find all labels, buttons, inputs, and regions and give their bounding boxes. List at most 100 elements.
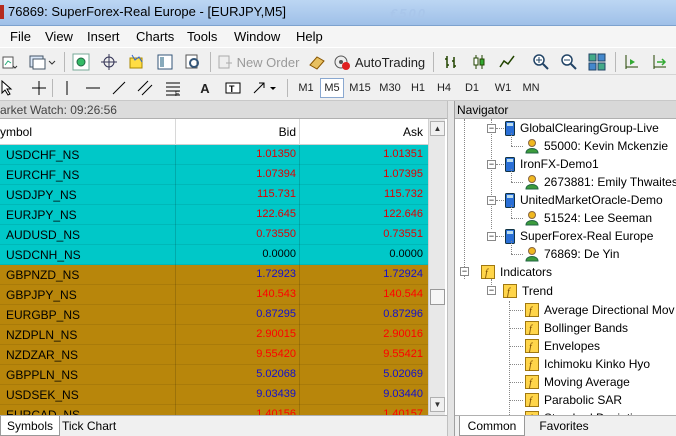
- collapse-toggle-icon[interactable]: −: [487, 286, 496, 295]
- autotrading-button[interactable]: AutoTrading: [332, 51, 426, 73]
- symbol-name: GBPNZD_NS: [6, 268, 80, 282]
- menu-charts[interactable]: Charts: [136, 29, 174, 44]
- market-watch-row[interactable]: USDCNH_NS 0.0000 0.0000: [0, 245, 428, 265]
- ask-price: 0.87296: [383, 308, 423, 320]
- timeframe-m5[interactable]: M5: [320, 78, 344, 98]
- account-server-node[interactable]: IronFX-Demo1: [505, 155, 599, 173]
- menu-help[interactable]: Help: [296, 29, 323, 44]
- menu-tools[interactable]: Tools: [187, 29, 217, 44]
- profiles-icon[interactable]: [28, 51, 58, 73]
- auto-scroll-icon[interactable]: [648, 51, 670, 73]
- market-watch-row[interactable]: NZDPLN_NS 2.90015 2.90016: [0, 325, 428, 345]
- tab-common[interactable]: Common: [459, 416, 525, 436]
- terminal-icon[interactable]: [154, 51, 176, 73]
- timeframe-h4[interactable]: H4: [432, 78, 456, 98]
- timeframe-d1[interactable]: D1: [460, 78, 484, 98]
- indicators-node[interactable]: f Indicators: [481, 263, 552, 281]
- bar-chart-icon[interactable]: [440, 51, 462, 73]
- indicator-item[interactable]: f Average Directional Mov: [525, 301, 675, 319]
- indicator-item[interactable]: f Envelopes: [525, 337, 600, 355]
- tile-windows-icon[interactable]: [586, 51, 608, 73]
- menu-file[interactable]: File: [10, 29, 31, 44]
- symbol-name: USDCNH_NS: [6, 248, 81, 262]
- horizontal-line-icon[interactable]: [84, 77, 102, 99]
- account-login-node[interactable]: 2673881: Emily Thwaites: [525, 173, 676, 191]
- navigator-icon[interactable]: [126, 51, 148, 73]
- menu-window[interactable]: Window: [234, 29, 280, 44]
- market-watch-row[interactable]: GBPJPY_NS 140.543 140.544: [0, 285, 428, 305]
- scroll-up-arrow-icon[interactable]: ▲: [430, 121, 445, 136]
- bid-price: 0.73550: [256, 228, 296, 240]
- account-server-icon: [505, 156, 515, 172]
- menu-view[interactable]: View: [45, 29, 73, 44]
- cursor-icon[interactable]: [0, 77, 14, 99]
- tab-symbols[interactable]: Symbols: [0, 416, 61, 436]
- fibonacci-icon[interactable]: F: [164, 77, 182, 99]
- collapse-toggle-icon[interactable]: −: [487, 232, 496, 241]
- scroll-down-arrow-icon[interactable]: ▼: [430, 397, 445, 412]
- account-server-node[interactable]: UnitedMarketOracle-Demo: [505, 191, 663, 209]
- account-server-node[interactable]: GlobalClearingGroup-Live: [505, 119, 659, 137]
- zoom-out-icon[interactable]: [558, 51, 580, 73]
- timeframe-m30[interactable]: M30: [376, 78, 404, 98]
- market-watch-row[interactable]: EURCHF_NS 1.07394 1.07395: [0, 165, 428, 185]
- text-label-icon[interactable]: T: [224, 77, 242, 99]
- zoom-in-icon[interactable]: [530, 51, 552, 73]
- strategy-tester-icon[interactable]: [182, 51, 204, 73]
- timeframe-h1[interactable]: H1: [406, 78, 430, 98]
- market-watch-row[interactable]: AUDUSD_NS 0.73550 0.73551: [0, 225, 428, 245]
- metaeditor-icon[interactable]: [306, 51, 328, 73]
- scroll-thumb[interactable]: [430, 289, 445, 305]
- market-watch-row[interactable]: USDCHF_NS 1.01350 1.01351: [0, 145, 428, 165]
- market-watch-scrollbar[interactable]: ▲ ▼: [428, 119, 445, 415]
- crosshair-tool-icon[interactable]: [30, 77, 48, 99]
- column-bid[interactable]: Bid: [176, 125, 296, 139]
- chart-shift-icon[interactable]: [620, 51, 642, 73]
- trend-node[interactable]: f Trend: [503, 282, 553, 300]
- line-chart-icon[interactable]: [496, 51, 518, 73]
- account-login-label: 2673881: Emily Thwaites: [544, 175, 676, 189]
- menu-insert[interactable]: Insert: [87, 29, 120, 44]
- market-watch-row[interactable]: NZDZAR_NS 9.55420 9.55421: [0, 345, 428, 365]
- account-login-node[interactable]: 76869: De Yin: [525, 245, 619, 263]
- market-watch-row[interactable]: EURCAD_NS 1.40156 1.40157: [0, 405, 428, 415]
- tab-tick-chart[interactable]: Tick Chart: [56, 416, 122, 436]
- candlestick-chart-icon[interactable]: [468, 51, 490, 73]
- timeframe-m15[interactable]: M15: [346, 78, 374, 98]
- bid-price: 1.01350: [256, 148, 296, 160]
- market-watch-row[interactable]: EURJPY_NS 122.645 122.646: [0, 205, 428, 225]
- market-watch-row[interactable]: EURGBP_NS 0.87295 0.87296: [0, 305, 428, 325]
- crosshair-icon[interactable]: [98, 51, 120, 73]
- collapse-toggle-icon[interactable]: −: [487, 196, 496, 205]
- timeframe-mn[interactable]: MN: [518, 78, 544, 98]
- indicator-item[interactable]: f Parabolic SAR: [525, 391, 622, 409]
- column-symbol[interactable]: ymbol: [0, 125, 32, 139]
- account-login-node[interactable]: 55000: Kevin Mckenzie: [525, 137, 668, 155]
- vertical-line-icon[interactable]: [58, 77, 76, 99]
- market-watch-icon[interactable]: [70, 51, 92, 73]
- panel-splitter[interactable]: [447, 101, 454, 436]
- ask-price: 1.01351: [383, 148, 423, 160]
- timeframe-w1[interactable]: W1: [490, 78, 516, 98]
- column-ask[interactable]: Ask: [300, 125, 423, 139]
- arrows-dropdown-icon[interactable]: [250, 77, 280, 99]
- indicator-item[interactable]: f Bollinger Bands: [525, 319, 628, 337]
- account-login-node[interactable]: 51524: Lee Seeman: [525, 209, 652, 227]
- equidistant-channel-icon[interactable]: [136, 77, 154, 99]
- market-watch-row[interactable]: GBPNZD_NS 1.72923 1.72924: [0, 265, 428, 285]
- timeframe-m1[interactable]: M1: [294, 78, 318, 98]
- indicator-item[interactable]: f Moving Average: [525, 373, 630, 391]
- new-chart-icon[interactable]: [0, 51, 20, 73]
- tab-favorites[interactable]: Favorites: [531, 416, 597, 436]
- account-server-node[interactable]: SuperForex-Real Europe: [505, 227, 653, 245]
- text-tool-icon[interactable]: A: [196, 77, 214, 99]
- trendline-icon[interactable]: [110, 77, 128, 99]
- new-order-button[interactable]: New Order: [216, 51, 300, 73]
- market-watch-row[interactable]: USDJPY_NS 115.731 115.732: [0, 185, 428, 205]
- indicator-item[interactable]: f Ichimoku Kinko Hyo: [525, 355, 650, 373]
- collapse-toggle-icon[interactable]: −: [487, 160, 496, 169]
- market-watch-row[interactable]: USDSEK_NS 9.03439 9.03440: [0, 385, 428, 405]
- collapse-toggle-icon[interactable]: −: [487, 124, 496, 133]
- market-watch-row[interactable]: GBPPLN_NS 5.02068 5.02069: [0, 365, 428, 385]
- collapse-toggle-icon[interactable]: −: [460, 267, 469, 276]
